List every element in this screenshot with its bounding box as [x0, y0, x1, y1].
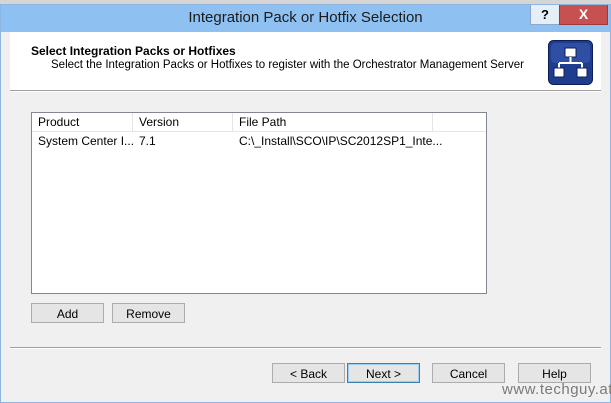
header-separator — [10, 90, 601, 92]
footer-separator — [10, 347, 601, 349]
list-header: Product Version File Path — [32, 113, 486, 132]
header-title: Select Integration Packs or Hotfixes — [31, 44, 236, 58]
next-button[interactable]: Next > — [347, 363, 420, 383]
help-title-button[interactable]: ? — [530, 5, 560, 25]
table-row[interactable]: System Center I... 7.1 C:\_Install\SCO\I… — [32, 133, 486, 149]
close-button[interactable]: X — [559, 5, 608, 25]
title-bar[interactable]: Integration Pack or Hotfix Selection ? X — [1, 5, 610, 32]
header-subtitle: Select the Integration Packs or Hotfixes… — [51, 59, 524, 71]
cell-version: 7.1 — [139, 134, 156, 148]
network-hierarchy-icon — [548, 40, 593, 85]
add-button[interactable]: Add — [31, 303, 104, 323]
column-header-product[interactable]: Product — [32, 113, 133, 131]
wizard-header: Select Integration Packs or Hotfixes Sel… — [10, 32, 601, 90]
integration-pack-list[interactable]: Product Version File Path System Center … — [31, 112, 487, 294]
cell-product: System Center I... — [38, 134, 133, 148]
remove-button[interactable]: Remove — [112, 303, 185, 323]
column-header-version[interactable]: Version — [133, 113, 233, 131]
cancel-button[interactable]: Cancel — [432, 363, 505, 383]
cell-file-path: C:\_Install\SCO\IP\SC2012SP1_Inte... — [239, 134, 443, 148]
back-button[interactable]: < Back — [272, 363, 345, 383]
selection-dialog: Integration Pack or Hotfix Selection ? X… — [0, 4, 611, 403]
window-title: Integration Pack or Hotfix Selection — [188, 9, 423, 26]
help-button[interactable]: Help — [518, 363, 591, 383]
watermark: www.techguy.at — [502, 381, 611, 398]
column-header-file-path[interactable]: File Path — [233, 113, 433, 131]
